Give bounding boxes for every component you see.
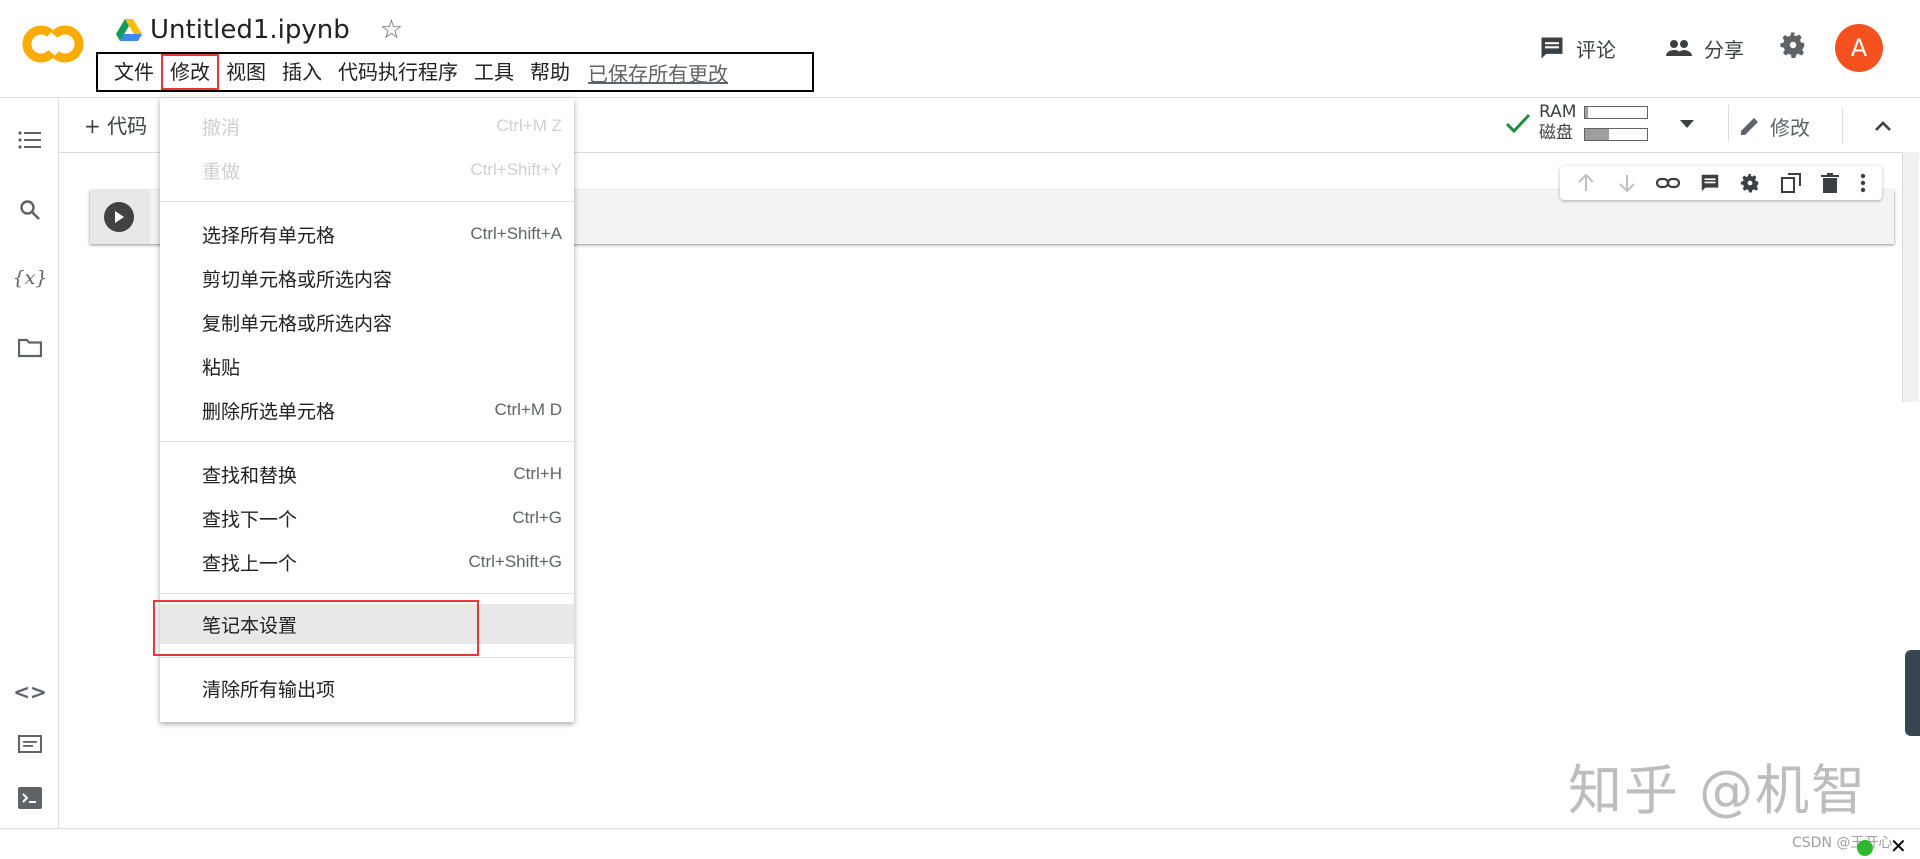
comment-label: 评论 — [1576, 37, 1616, 62]
gear-icon[interactable] — [1739, 172, 1761, 194]
open-in-tab-icon[interactable] — [1780, 172, 1802, 194]
terminal-icon[interactable] — [16, 784, 44, 812]
menu-item-label: 剪切单元格或所选内容 — [202, 268, 393, 291]
status-bar — [0, 828, 1920, 859]
command-palette-icon[interactable] — [16, 730, 44, 758]
saved-status-link[interactable]: 已保存所有更改 — [578, 58, 738, 87]
toolbar-divider — [1842, 108, 1843, 144]
pencil-icon — [1741, 118, 1758, 135]
chevron-down-icon[interactable] — [1674, 113, 1700, 133]
menu-item-label: 查找上一个 — [202, 552, 298, 575]
menu-item-redo[interactable]: 重做 Ctrl+Shift+Y — [160, 150, 574, 190]
disk-label: 磁盘 — [1539, 123, 1573, 143]
menu-item-label: 删除所选单元格 — [202, 400, 336, 423]
link-icon[interactable] — [1656, 172, 1681, 194]
edit-mode-label: 修改 — [1770, 115, 1810, 140]
menu-item-paste[interactable]: 粘贴 — [160, 346, 574, 386]
ram-usage-fill — [1585, 106, 1588, 118]
menu-divider — [160, 441, 574, 442]
menu-item-find-replace[interactable]: 查找和替换 Ctrl+H — [160, 454, 574, 494]
menu-item-label: 复制单元格或所选内容 — [202, 312, 393, 335]
colab-logo[interactable] — [22, 22, 84, 66]
doc-title-area: Untitled1.ipynb ☆ — [116, 12, 403, 48]
menu-view[interactable]: 视图 — [218, 55, 274, 89]
menu-item-label: 粘贴 — [202, 356, 241, 379]
trash-icon[interactable] — [1820, 172, 1840, 194]
menu-item-shortcut: Ctrl+H — [513, 464, 562, 483]
menu-item-delete-cells[interactable]: 删除所选单元格 Ctrl+M D — [160, 390, 574, 430]
menu-item-shortcut: Ctrl+G — [512, 508, 562, 527]
menu-runtime[interactable]: 代码执行程序 — [330, 55, 466, 89]
menu-bar: 文件 修改 视图 插入 代码执行程序 工具 帮助 已保存所有更改 — [96, 52, 814, 92]
menu-item-clear-outputs[interactable]: 清除所有输出项 — [160, 668, 574, 708]
resources-indicator[interactable]: RAM 磁盘 — [1505, 102, 1730, 144]
disk-usage-bar — [1584, 127, 1649, 141]
table-of-contents-icon[interactable] — [16, 126, 44, 154]
code-snippets-icon[interactable]: <> — [13, 678, 47, 706]
menu-item-shortcut: Ctrl+Shift+A — [470, 224, 562, 243]
highlight-annotation-box — [153, 600, 479, 656]
side-panel-handle[interactable] — [1905, 650, 1920, 736]
search-icon[interactable] — [16, 196, 44, 224]
scrollbar[interactable] — [1902, 152, 1919, 402]
people-icon — [1666, 40, 1692, 56]
menu-item-copy[interactable]: 复制单元格或所选内容 — [160, 302, 574, 342]
connection-status-dot — [1857, 840, 1873, 856]
cell-toolbar — [1560, 166, 1882, 200]
menu-item-label: 查找下一个 — [202, 508, 298, 531]
menu-item-find-previous[interactable]: 查找上一个 Ctrl+Shift+G — [160, 542, 574, 582]
google-drive-icon — [116, 19, 142, 41]
notebook-title[interactable]: Untitled1.ipynb — [150, 15, 350, 45]
add-code-button[interactable]: + 代码 — [84, 110, 147, 139]
menu-item-shortcut: Ctrl+Shift+Y — [470, 160, 562, 179]
arrow-up-icon[interactable] — [1575, 172, 1597, 194]
folder-icon[interactable] — [16, 334, 44, 362]
comment-icon — [1541, 37, 1563, 59]
menu-divider — [160, 657, 574, 658]
menu-item-shortcut: Ctrl+Shift+G — [468, 552, 562, 571]
share-label: 分享 — [1704, 37, 1744, 62]
edit-mode-button[interactable]: 修改 — [1738, 108, 1895, 144]
menu-divider — [160, 201, 574, 202]
chevron-up-icon[interactable] — [1871, 114, 1895, 138]
menu-edit[interactable]: 修改 — [161, 54, 219, 90]
ram-label: RAM — [1539, 102, 1577, 122]
menu-item-undo[interactable]: 撤消 Ctrl+M Z — [160, 106, 574, 146]
comment-button[interactable]: 评论 — [1538, 24, 1616, 72]
csdn-watermark: CSDN @王开心 — [1792, 835, 1893, 851]
menu-item-shortcut: Ctrl+M D — [494, 400, 562, 419]
menu-tools[interactable]: 工具 — [466, 55, 522, 89]
toolbar-divider — [1728, 105, 1730, 141]
gear-icon[interactable] — [1778, 30, 1808, 60]
menu-item-label: 选择所有单元格 — [202, 224, 336, 247]
arrow-down-icon[interactable] — [1616, 172, 1638, 194]
menu-item-select-all-cells[interactable]: 选择所有单元格 Ctrl+Shift+A — [160, 214, 574, 254]
menu-item-label: 查找和替换 — [202, 464, 298, 487]
comment-icon[interactable] — [1699, 172, 1721, 194]
menu-item-find-next[interactable]: 查找下一个 Ctrl+G — [160, 498, 574, 538]
close-icon[interactable]: ✕ — [1890, 834, 1907, 858]
share-button[interactable]: 分享 — [1664, 24, 1744, 72]
ram-usage-bar — [1584, 105, 1649, 119]
menu-insert[interactable]: 插入 — [274, 55, 330, 89]
play-icon — [115, 211, 124, 223]
menu-divider — [160, 593, 574, 594]
run-cell-button[interactable] — [104, 202, 134, 232]
menu-item-label: 清除所有输出项 — [202, 678, 336, 701]
menu-item-shortcut: Ctrl+M Z — [496, 116, 562, 135]
menu-file[interactable]: 文件 — [106, 55, 162, 89]
menu-help[interactable]: 帮助 — [522, 55, 578, 89]
menu-item-label: 重做 — [202, 160, 241, 183]
disk-usage-fill — [1585, 128, 1609, 140]
variables-icon[interactable]: {x} — [13, 264, 48, 292]
menu-item-label: 撤消 — [202, 116, 241, 139]
more-vert-icon[interactable] — [1859, 172, 1867, 194]
star-icon[interactable]: ☆ — [380, 15, 403, 45]
check-icon — [1505, 113, 1531, 134]
menu-item-cut[interactable]: 剪切单元格或所选内容 — [160, 258, 574, 298]
avatar[interactable]: A — [1835, 24, 1883, 72]
watermark-text: 知乎 @机智 — [1568, 759, 1868, 822]
